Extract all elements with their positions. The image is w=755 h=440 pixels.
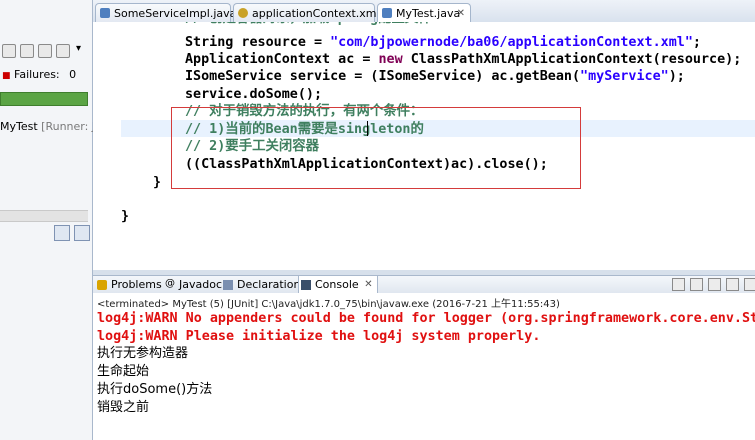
- scroll-lock-icon[interactable]: [744, 278, 755, 291]
- tab-declaration[interactable]: Declaration: [221, 276, 300, 294]
- code-line: }: [153, 174, 161, 191]
- chevron-down-icon[interactable]: ▾: [76, 43, 81, 54]
- runner-test-name: MyTest: [0, 120, 38, 133]
- tab-javadoc[interactable]: @ Javadoc: [163, 276, 222, 294]
- history-icon[interactable]: [56, 44, 70, 58]
- tab-label: Console: [315, 278, 359, 291]
- problems-icon: [97, 280, 107, 290]
- code-line: }: [121, 208, 129, 225]
- tab-console[interactable]: Console ✕: [298, 276, 378, 294]
- tab-label: Javadoc: [179, 278, 222, 291]
- tab-label: Declaration: [237, 278, 301, 291]
- junit-toolbar: ▾: [0, 40, 92, 62]
- console-line: log4j:WARN Please initialize the log4j s…: [97, 329, 541, 344]
- close-icon[interactable]: ✕: [457, 4, 465, 23]
- text-caret: [367, 121, 368, 136]
- editor-tab-bar: SomeServiceImpl.java applicationContext.…: [93, 0, 755, 23]
- horizontal-scrollbar[interactable]: [0, 210, 88, 222]
- code-editor[interactable]: // 创建容器对象，加载Spring配置文件 String resource = …: [93, 22, 755, 270]
- bottom-tab-bar: Problems @ Javadoc Declaration Console ✕: [93, 275, 755, 295]
- code-line: ApplicationContext ac = new ClassPathXml…: [185, 51, 741, 68]
- tab-label: MyTest.java: [396, 7, 461, 20]
- rerun-failed-icon[interactable]: [20, 44, 34, 58]
- xml-file-icon: [238, 8, 248, 18]
- close-icon[interactable]: ✕: [364, 276, 372, 294]
- console-line: 销毁之前: [97, 400, 150, 415]
- java-file-icon: [100, 8, 110, 18]
- code-line: String resource = "com/bjpowernode/ba06/…: [185, 34, 701, 51]
- tab-someserviceimpl[interactable]: SomeServiceImpl.java: [95, 3, 236, 22]
- code-token: new: [378, 52, 403, 67]
- code-token: String resource =: [185, 35, 331, 50]
- failures-label: Failures:: [14, 68, 60, 81]
- console-line: 执行无参构造器: [97, 346, 189, 361]
- code-line: // 创建容器对象，加载Spring配置文件: [185, 22, 432, 27]
- java-file-icon: [382, 8, 392, 18]
- terminate-icon[interactable]: [672, 278, 685, 291]
- layout-icon[interactable]: [74, 225, 90, 241]
- code-token: service.doSome();: [185, 87, 323, 102]
- clear-console-icon[interactable]: [726, 278, 739, 291]
- show-failures-icon[interactable]: [54, 225, 70, 241]
- failures-value: 0: [69, 68, 77, 81]
- junit-progress-bar: [0, 92, 88, 106]
- failure-icon: ■: [2, 71, 11, 81]
- tab-applicationcontext[interactable]: applicationContext.xml: [233, 3, 380, 22]
- terminated-status: <terminated> MyTest (5) [JUnit] C:\Java\…: [97, 299, 560, 310]
- tab-mytest[interactable]: MyTest.java ✕: [377, 3, 471, 22]
- code-token: }: [153, 175, 162, 190]
- code-token: ISomeService service = (ISomeService) ac…: [185, 69, 581, 84]
- code-token: "com/bjpowernode/ba06/applicationContext…: [330, 35, 693, 50]
- annotation-box: [171, 107, 581, 189]
- code-token: "myService": [580, 69, 669, 84]
- code-line: ISomeService service = (ISomeService) ac…: [185, 68, 685, 85]
- failures-counter: ■ Failures: 0: [2, 68, 76, 81]
- stop-icon[interactable]: [38, 44, 52, 58]
- code-token: }: [121, 209, 130, 224]
- console-icon: [301, 280, 311, 290]
- rerun-icon[interactable]: [2, 44, 16, 58]
- tab-problems[interactable]: Problems: [95, 276, 162, 294]
- code-token: // 创建容器对象，加载Spring配置文件: [185, 22, 432, 26]
- remove-all-icon[interactable]: [708, 278, 721, 291]
- tab-label: SomeServiceImpl.java: [114, 7, 237, 20]
- tab-label: applicationContext.xml: [252, 7, 380, 20]
- console-output[interactable]: <terminated> MyTest (5) [JUnit] C:\Java\…: [93, 293, 755, 440]
- javadoc-icon: @: [165, 278, 175, 289]
- code-token: ClassPathXmlApplicationContext(resource)…: [402, 52, 742, 67]
- console-line: 执行doSome()方法: [97, 382, 213, 397]
- declaration-icon: [223, 280, 233, 290]
- code-token: );: [668, 69, 685, 84]
- remove-launch-icon[interactable]: [690, 278, 703, 291]
- code-token: ;: [692, 35, 701, 50]
- tab-label: Problems: [111, 278, 162, 291]
- code-token: ApplicationContext ac =: [185, 52, 379, 67]
- console-line: log4j:WARN No appenders could be found f…: [97, 311, 755, 326]
- console-line: 生命起始: [97, 364, 150, 379]
- code-line: service.doSome();: [185, 86, 322, 103]
